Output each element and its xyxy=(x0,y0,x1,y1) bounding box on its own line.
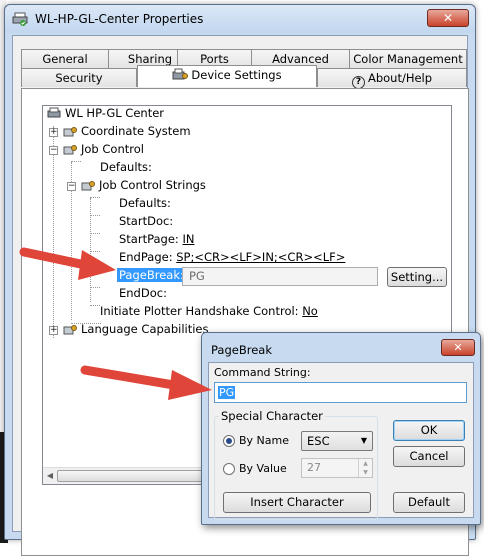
dialog-title: PageBreak xyxy=(211,343,272,357)
tree-root-label[interactable]: WL HP-GL Center xyxy=(65,106,164,120)
window-close-button[interactable]: ✕ xyxy=(427,9,469,27)
command-string-value: PG xyxy=(218,386,236,399)
by-value-stepper-value: 27 xyxy=(307,461,321,474)
tree-line xyxy=(71,161,81,162)
endpage-label: EndPage: xyxy=(119,250,173,264)
handshake-label: Initiate Plotter Handshake Control: xyxy=(100,304,299,318)
tree-jcs-defaults[interactable]: Defaults: xyxy=(119,196,171,210)
pagebreak-dialog: PageBreak ✕ Command String: PG Special C… xyxy=(201,332,481,525)
command-string-label: Command String: xyxy=(214,366,311,379)
tree-startpage[interactable]: StartPage: IN xyxy=(119,232,194,246)
dialog-client-area: Command String: PG Special Character By … xyxy=(208,362,474,520)
collapse-job-control[interactable]: − xyxy=(49,146,58,155)
tree-endpage[interactable]: EndPage: SP;<CR><LF>IN;<CR><LF> xyxy=(119,250,345,264)
callout-arrow-command xyxy=(80,365,212,400)
tree-line xyxy=(90,197,100,198)
settings-folder-icon xyxy=(63,145,77,155)
cancel-button[interactable]: Cancel xyxy=(393,446,465,467)
device-settings-icon xyxy=(172,68,189,80)
tree-pagebreak[interactable]: PageBreak: xyxy=(117,268,186,282)
settings-folder-icon xyxy=(81,181,95,191)
settings-folder-icon xyxy=(63,325,77,335)
scroll-thumb[interactable] xyxy=(57,470,225,482)
by-value-stepper[interactable]: 27 ▲ ▼ xyxy=(301,458,373,478)
expand-language-capabilities[interactable]: + xyxy=(49,326,58,335)
tree-enddoc[interactable]: EndDoc: xyxy=(119,286,167,300)
collapse-job-control-strings[interactable]: − xyxy=(67,182,76,191)
tab-security[interactable]: Security xyxy=(21,68,137,87)
tree-startdoc[interactable]: StartDoc: xyxy=(119,214,173,228)
tree-line xyxy=(53,126,54,338)
tree-handshake[interactable]: Initiate Plotter Handshake Control: No xyxy=(100,304,318,318)
tree-line xyxy=(90,233,100,234)
window-title: WL-HP-GL-Center Properties xyxy=(35,12,204,26)
tree-job-control-strings[interactable]: Job Control Strings xyxy=(99,178,206,192)
by-value-label[interactable]: By Value xyxy=(239,462,287,475)
title-bar: WL-HP-GL-Center Properties ✕ xyxy=(5,5,475,33)
dialog-close-button[interactable]: ✕ xyxy=(441,339,475,356)
tab-general[interactable]: General xyxy=(21,49,109,68)
stepper-arrows-icon[interactable]: ▲ ▼ xyxy=(358,459,372,477)
default-button[interactable]: Default xyxy=(393,492,465,513)
tree-line xyxy=(90,215,100,216)
pagebreak-value-field[interactable]: PG xyxy=(182,267,378,286)
printer-icon xyxy=(12,12,28,26)
startpage-label: StartPage: xyxy=(119,232,179,246)
insert-character-button[interactable]: Insert Character xyxy=(223,492,371,513)
command-string-input[interactable]: PG xyxy=(214,382,467,403)
tree-line xyxy=(90,305,100,306)
endpage-value: SP;<CR><LF>IN;<CR><LF> xyxy=(176,250,346,264)
ok-button[interactable]: OK xyxy=(393,420,465,441)
settings-folder-icon xyxy=(63,127,77,137)
tab-device-settings-label: Device Settings xyxy=(191,68,282,82)
by-name-radio[interactable] xyxy=(223,435,235,447)
special-character-label: Special Character xyxy=(219,409,325,423)
tree-job-control-defaults[interactable]: Defaults: xyxy=(100,160,152,174)
scroll-left-icon[interactable]: ◀ xyxy=(44,470,56,482)
setting-button[interactable]: Setting... xyxy=(387,267,447,287)
tree-coordinate-system[interactable]: Coordinate System xyxy=(81,124,191,138)
chevron-down-icon: ▼ xyxy=(360,436,367,445)
tree-job-control[interactable]: Job Control xyxy=(81,142,144,156)
tab-about-help-label: About/Help xyxy=(367,71,433,85)
tab-color-management[interactable]: Color Management xyxy=(349,49,467,68)
tab-device-settings[interactable]: Device Settings xyxy=(137,65,317,87)
tree-language-capabilities[interactable]: Language Capabilities xyxy=(81,322,209,336)
by-name-select[interactable]: ESC ▼ xyxy=(301,431,373,451)
by-name-select-value: ESC xyxy=(307,434,330,448)
expand-coordinate-system[interactable]: + xyxy=(49,128,58,137)
startpage-value: IN xyxy=(182,232,195,246)
callout-arrow-pagebreak xyxy=(19,247,116,280)
printer-tree-icon xyxy=(47,107,61,118)
by-name-label[interactable]: By Name xyxy=(239,434,289,447)
handshake-value: No xyxy=(302,304,318,318)
by-value-radio[interactable] xyxy=(223,463,235,475)
tab-about-help[interactable]: ? About/Help xyxy=(317,68,467,89)
